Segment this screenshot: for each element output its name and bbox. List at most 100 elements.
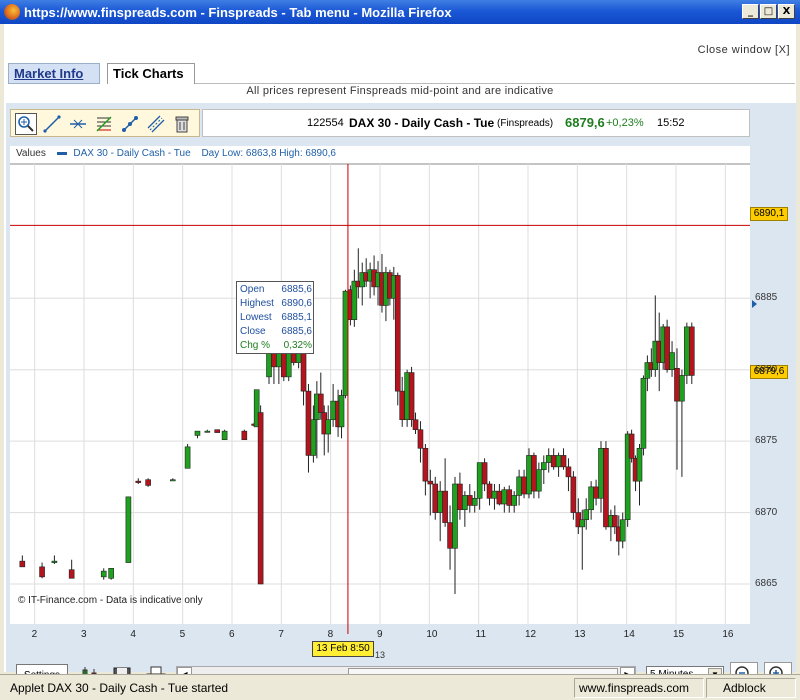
- candle-body: [603, 447, 609, 528]
- line-tool-icon[interactable]: [119, 113, 141, 135]
- candle-body: [317, 393, 324, 413]
- candle-body: [674, 367, 680, 402]
- candle-body: [476, 462, 483, 499]
- trash-icon[interactable]: [171, 113, 193, 135]
- candle-body: [501, 489, 508, 505]
- close-button[interactable]: X: [778, 4, 795, 19]
- candle-body: [560, 455, 567, 468]
- candle-body: [170, 479, 176, 482]
- candle-body: [628, 433, 635, 459]
- zoom-select-icon[interactable]: [15, 113, 37, 135]
- price-source: (Finspreads): [497, 118, 554, 129]
- candle-body: [100, 570, 107, 578]
- crosshair-sub-label: 13: [375, 650, 386, 660]
- candle-body: [342, 290, 349, 396]
- tab-tick-charts[interactable]: Tick Charts: [107, 63, 195, 84]
- candle-body: [640, 377, 647, 449]
- x-tick-label: 10: [426, 629, 438, 640]
- drawing-toolbar: [10, 109, 200, 137]
- candle-body: [125, 496, 132, 563]
- price-chart[interactable]: Values DAX 30 - Daily Cash - Tue Day Low…: [10, 146, 796, 660]
- candle-body: [330, 400, 336, 421]
- values-label: Values: [16, 148, 46, 159]
- candle-body: [394, 275, 401, 392]
- candle-body: [555, 455, 562, 468]
- x-tick-label: 7: [278, 629, 284, 640]
- price-time: 15:52: [657, 117, 685, 129]
- candle-body: [550, 455, 557, 468]
- fibonacci-icon[interactable]: [93, 113, 115, 135]
- price-notice: All prices represent Finspreads mid-poin…: [246, 85, 554, 97]
- series-name: DAX 30 - Daily Cash - Tue: [73, 148, 191, 159]
- candle-body: [452, 483, 458, 549]
- y-tick-label: 6885: [755, 292, 778, 304]
- candle-body: [664, 326, 670, 371]
- y-tick-label: 6865: [755, 578, 778, 589]
- y-tick-label: 6880: [755, 363, 778, 375]
- candle-body: [588, 486, 594, 511]
- candle-body: [241, 430, 248, 441]
- candle-body: [679, 375, 685, 402]
- window-titlebar: https://www.finspreads.com - Finspreads …: [0, 0, 800, 24]
- candle-body: [491, 490, 498, 499]
- x-tick-label: 14: [623, 629, 635, 640]
- tab-divider: [195, 83, 795, 84]
- candle-body: [184, 446, 191, 469]
- x-tick-label: 13: [574, 629, 586, 640]
- x-tick-label: 4: [130, 629, 136, 640]
- candle-body: [305, 390, 312, 456]
- candle-body: [545, 455, 552, 463]
- candle-body: [496, 490, 503, 505]
- instrument-id: 122554: [307, 117, 344, 129]
- candle-body: [511, 495, 517, 506]
- tab-market-info[interactable]: Market Info: [8, 63, 100, 84]
- trend-line-icon[interactable]: [41, 113, 63, 135]
- maximize-button[interactable]: □: [760, 4, 777, 19]
- x-tick-label: 3: [81, 629, 87, 640]
- candle-body: [108, 567, 114, 579]
- candle-body: [684, 326, 690, 376]
- candle-body: [466, 495, 473, 506]
- crosshair-time-label: 13 Feb 8:50: [312, 641, 374, 657]
- window-title: https://www.finspreads.com - Finspreads …: [24, 5, 452, 20]
- series-swatch: [56, 151, 67, 155]
- candle-body: [427, 480, 434, 485]
- candle-body: [688, 326, 695, 376]
- tooltip-change: Chg % 0,32%: [240, 340, 312, 351]
- candle-body: [338, 395, 345, 428]
- horizontal-line-icon[interactable]: [67, 113, 89, 135]
- x-tick-label: 12: [525, 629, 537, 640]
- x-tick-label: 5: [179, 629, 186, 640]
- instrument-name: DAX 30 - Daily Cash - Tue: [349, 116, 495, 130]
- candle-body: [619, 519, 626, 542]
- candle-body: [583, 509, 590, 521]
- close-window-link[interactable]: Close window [X]: [698, 44, 790, 56]
- candle-body: [481, 462, 488, 485]
- copyright-note: © IT-Finance.com - Data is indicative on…: [18, 595, 203, 606]
- current-price: 6879,6: [565, 115, 605, 130]
- candle-body: [521, 476, 527, 495]
- candle-body: [135, 480, 142, 483]
- candle-body: [145, 479, 151, 486]
- adblock-label: Adblock: [723, 681, 766, 695]
- candle-body: [506, 489, 513, 506]
- x-tick-label: 6: [229, 629, 235, 640]
- chart-canvas[interactable]: [10, 146, 796, 634]
- candle-body: [579, 519, 586, 528]
- minimize-button[interactable]: _: [742, 4, 759, 19]
- status-domain-label: www.finspreads.com: [579, 681, 690, 695]
- candle-body: [399, 390, 406, 421]
- candle-body: [310, 419, 317, 456]
- candle-body: [636, 447, 643, 482]
- price-change: +0,23%: [606, 117, 644, 129]
- day-range: Day Low: 6863,8 High: 6890,6: [201, 148, 336, 159]
- candle-body: [593, 486, 599, 499]
- candle-body: [432, 483, 439, 513]
- candle-body: [325, 419, 332, 435]
- high-price-tag: 6890,1: [750, 207, 788, 221]
- candle-body: [462, 495, 468, 511]
- parallel-lines-icon[interactable]: [145, 113, 167, 135]
- adblock-status[interactable]: Adblock: [706, 678, 796, 698]
- candle-body: [19, 560, 26, 568]
- instrument-info-bar: 122554 DAX 30 - Daily Cash - Tue (Finspr…: [202, 109, 750, 137]
